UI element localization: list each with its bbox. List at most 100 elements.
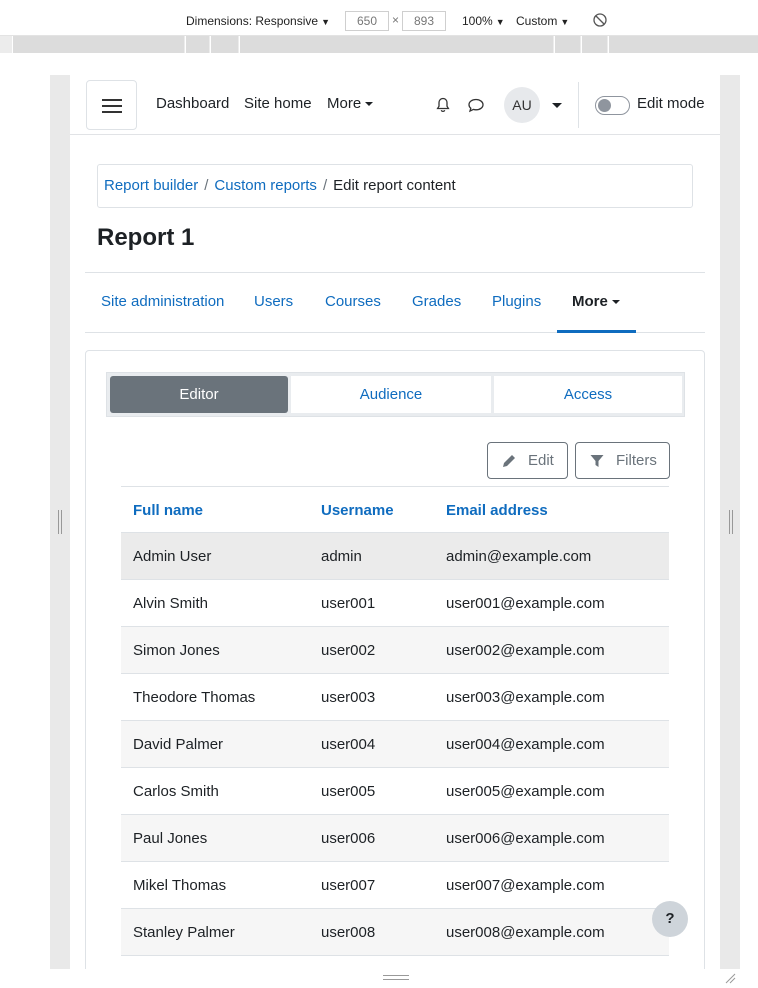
cell-username: user007	[321, 877, 376, 894]
nav-more[interactable]: More	[327, 95, 374, 112]
tab-site-administration[interactable]: Site administration	[101, 293, 224, 310]
cell-full-name: Admin User	[133, 548, 212, 565]
tab-editor[interactable]: Editor	[110, 376, 288, 413]
resize-corner-icon[interactable]	[724, 972, 736, 984]
edit-mode-toggle[interactable]	[595, 96, 630, 115]
nav-more-label: More	[327, 95, 362, 112]
help-button[interactable]: ?	[652, 901, 688, 937]
breadcrumb-current: Edit report content	[333, 177, 456, 194]
times-sign: ×	[392, 13, 400, 27]
table-header: Full name Username Email address	[121, 486, 669, 533]
tab-access[interactable]: Access	[494, 376, 682, 413]
tab-more[interactable]: More	[557, 273, 636, 333]
cell-full-name: Paul Jones	[133, 830, 208, 847]
cell-email: admin@example.com	[446, 548, 592, 565]
hamburger-icon-bar	[102, 105, 122, 107]
breadcrumb-separator: /	[204, 177, 209, 194]
secondary-navigation: Site administration Users Courses Grades…	[85, 272, 705, 333]
navbar-divider	[578, 82, 579, 128]
zoom-label: 100%	[462, 14, 493, 28]
table-row: Paul Jones user006 user006@example.com	[121, 815, 669, 862]
breadcrumb: Report builder / Custom reports / Edit repor…	[97, 164, 693, 208]
report-editor-card: Editor Audience Access Edit Filters Full…	[85, 350, 705, 969]
cell-full-name: Stanley Palmer	[133, 924, 235, 941]
pencil-icon	[503, 455, 515, 467]
tab-audience[interactable]: Audience	[291, 376, 491, 413]
column-header-full-name[interactable]: Full name	[133, 502, 203, 519]
filters-button-label: Filters	[616, 452, 657, 469]
tab-more-label: More	[572, 293, 620, 310]
devtools-toolbar: Dimensions: Responsive ▼ 650 × 893 100% ▼ …	[0, 0, 758, 36]
ruler-segment	[581, 36, 607, 53]
cell-username: user005	[321, 783, 376, 800]
table-row: Mikel Thomas user007 user007@example.com	[121, 862, 669, 909]
throttle-label: Custom	[516, 14, 558, 28]
cell-email: user007@example.com	[446, 877, 605, 894]
hamburger-icon-bar	[102, 111, 122, 113]
filter-icon	[590, 455, 604, 467]
ruler-segment	[185, 36, 209, 53]
edit-mode-label: Edit mode	[637, 95, 705, 112]
media-query-ruler	[0, 36, 758, 53]
column-header-username[interactable]: Username	[321, 502, 394, 519]
chevron-down-icon: ▼	[560, 17, 570, 27]
toggle-knob	[598, 99, 611, 112]
chevron-down-icon: ▼	[495, 17, 505, 27]
tab-users[interactable]: Users	[254, 293, 293, 310]
dimensions-label: Dimensions: Responsive	[186, 14, 319, 28]
user-menu-caret-icon[interactable]	[552, 103, 562, 108]
cell-email: user004@example.com	[446, 736, 605, 753]
dimensions-dropdown[interactable]: Dimensions: Responsive ▼	[186, 14, 330, 28]
nav-site-home[interactable]: Site home	[244, 95, 312, 112]
menu-button[interactable]	[86, 80, 137, 130]
tab-more-text: More	[572, 293, 608, 310]
cell-username: user004	[321, 736, 376, 753]
cell-username: admin	[321, 548, 362, 565]
chevron-down-icon: ▼	[321, 17, 330, 27]
cell-email: user003@example.com	[446, 689, 605, 706]
edit-button-label: Edit	[528, 452, 554, 469]
cell-email: user005@example.com	[446, 783, 605, 800]
ruler-segment	[608, 36, 758, 53]
messages-chat-icon[interactable]	[467, 97, 485, 113]
table-row: Stanley Palmer user008 user008@example.c…	[121, 909, 669, 956]
table-row: Admin User admin admin@example.com	[121, 533, 669, 580]
page-title: Report 1	[97, 224, 195, 251]
ruler-segment	[12, 36, 184, 53]
report-tabs: Editor Audience Access	[106, 372, 685, 417]
throttle-dropdown[interactable]: Custom ▼	[516, 14, 569, 28]
cell-username: user003	[321, 689, 376, 706]
resize-handle-right[interactable]	[729, 510, 733, 534]
cell-username: user002	[321, 642, 376, 659]
cell-full-name: Simon Jones	[133, 642, 220, 659]
nav-dashboard[interactable]: Dashboard	[156, 95, 229, 112]
cell-username: user008	[321, 924, 376, 941]
ruler-segment	[554, 36, 580, 53]
tab-plugins[interactable]: Plugins	[492, 293, 541, 310]
ruler-segment	[239, 36, 553, 53]
cell-email: user002@example.com	[446, 642, 605, 659]
cell-full-name: Mikel Thomas	[133, 877, 227, 894]
width-input[interactable]: 650	[345, 11, 389, 31]
rotate-icon[interactable]	[592, 12, 608, 28]
cell-full-name: David Palmer	[133, 736, 224, 753]
table-row: Simon Jones user002 user002@example.com	[121, 627, 669, 674]
top-navbar: Dashboard Site home More AU Edit mode	[70, 75, 720, 135]
caret-down-icon	[365, 102, 374, 107]
table-row: Theodore Thomas user003 user003@example.…	[121, 674, 669, 721]
breadcrumb-custom-reports[interactable]: Custom reports	[214, 177, 317, 194]
resize-handle-bottom[interactable]	[383, 975, 409, 980]
report-table: Full name Username Email address Admin U…	[121, 486, 669, 956]
zoom-dropdown[interactable]: 100% ▼	[462, 14, 505, 28]
edit-button[interactable]: Edit	[487, 442, 568, 479]
tab-courses[interactable]: Courses	[325, 293, 381, 310]
height-input[interactable]: 893	[402, 11, 446, 31]
filters-button[interactable]: Filters	[575, 442, 670, 479]
notifications-bell-icon[interactable]	[435, 97, 451, 113]
tab-grades[interactable]: Grades	[412, 293, 461, 310]
breadcrumb-report-builder[interactable]: Report builder	[104, 177, 198, 194]
user-avatar[interactable]: AU	[504, 87, 540, 123]
cell-username: user006	[321, 830, 376, 847]
column-header-email[interactable]: Email address	[446, 502, 548, 519]
resize-handle-left[interactable]	[58, 510, 62, 534]
